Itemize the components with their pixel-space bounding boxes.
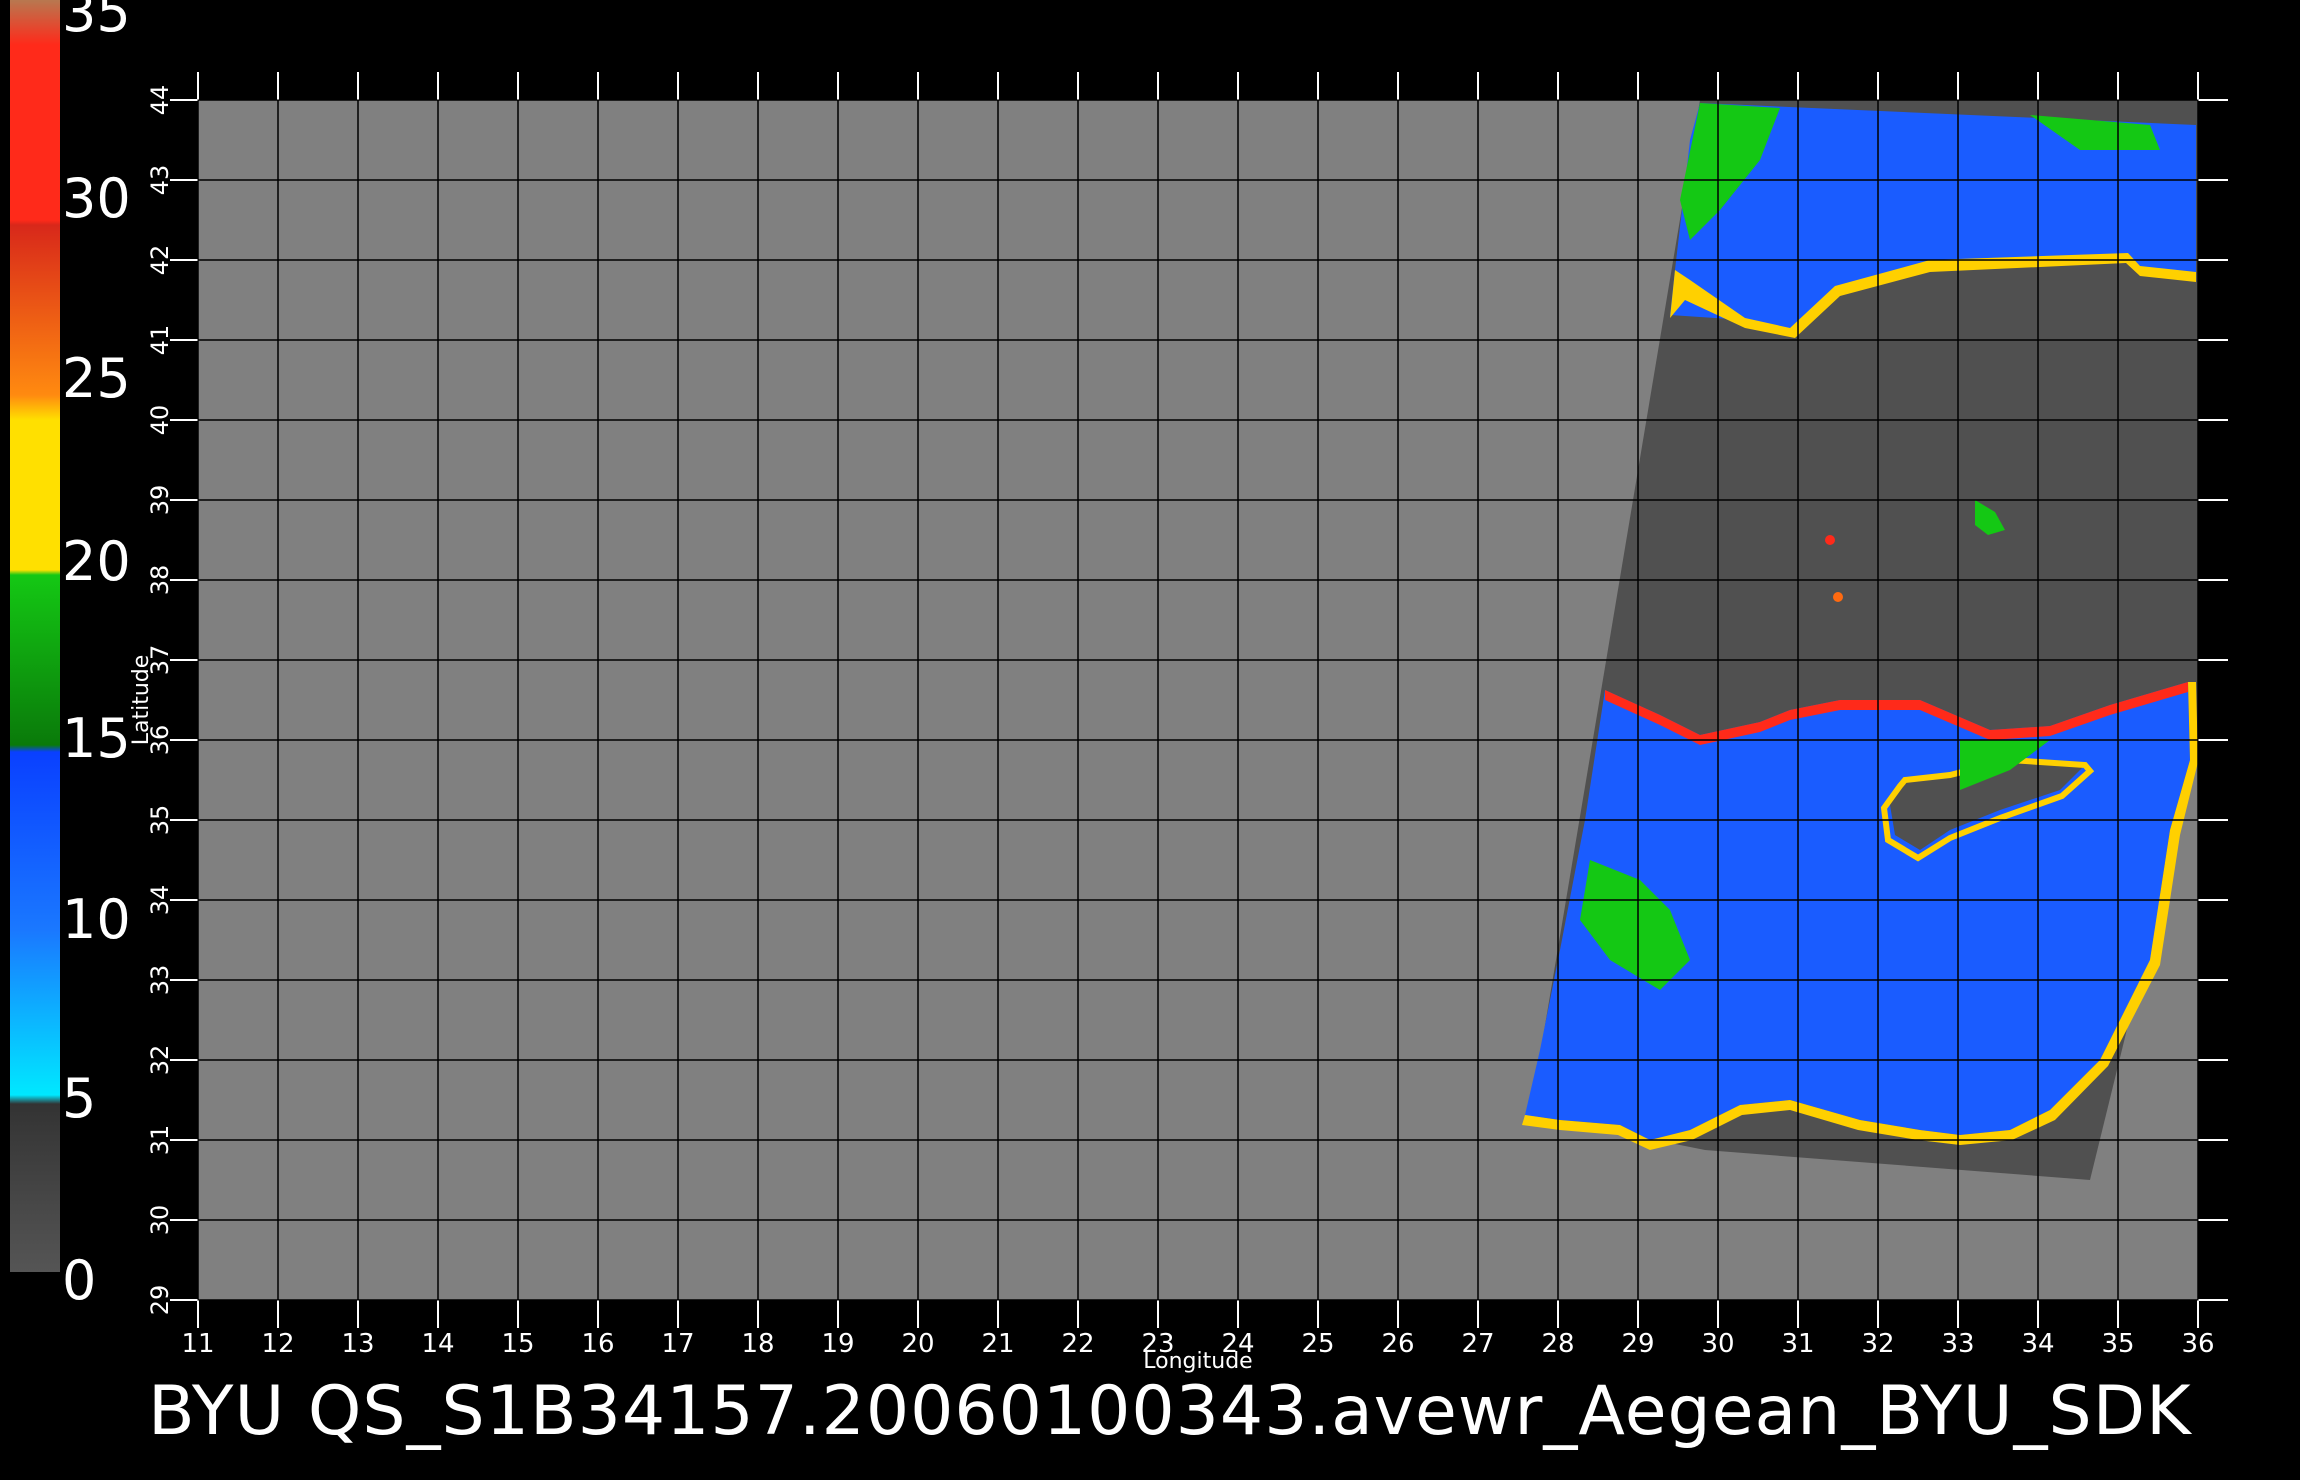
x-tick-label: 29 <box>1621 1329 1654 1359</box>
x-tick-label: 18 <box>741 1329 774 1359</box>
x-tick-label: 25 <box>1301 1329 1334 1359</box>
wind-map: 11 12 13 14 15 16 17 18 19 20 21 22 23 24 25 26 27 28 29 30… <box>129 72 2228 1374</box>
x-tick-label: 30 <box>1701 1329 1734 1359</box>
x-axis-label: Longitude <box>1143 1349 1252 1374</box>
x-tick-label: 17 <box>661 1329 694 1359</box>
y-tick-label: 44 <box>146 85 174 116</box>
x-tick-label: 28 <box>1541 1329 1574 1359</box>
x-tick-label: 11 <box>181 1329 214 1359</box>
x-tick-label: 32 <box>1861 1329 1894 1359</box>
x-tick-label: 20 <box>901 1329 934 1359</box>
y-tick-label: 43 <box>146 165 174 196</box>
y-tick-label: 35 <box>146 805 174 836</box>
x-tick-label: 34 <box>2021 1329 2054 1359</box>
y-tick-label: 42 <box>146 245 174 276</box>
x-tick-label: 14 <box>421 1329 454 1359</box>
caption: BYU QS_S1B34157.20060100343.avewr_Aegean… <box>148 1372 2192 1451</box>
x-tick-label: 12 <box>261 1329 294 1359</box>
x-tick-label: 19 <box>821 1329 854 1359</box>
y-tick-label: 31 <box>146 1125 174 1156</box>
x-tick-label: 36 <box>2181 1329 2214 1359</box>
x-tick-label: 35 <box>2101 1329 2134 1359</box>
x-tick-label: 16 <box>581 1329 614 1359</box>
x-tick-label: 21 <box>981 1329 1014 1359</box>
island-red-1 <box>1825 535 1835 545</box>
y-axis-label: Latitude <box>129 655 154 746</box>
x-tick-label: 15 <box>501 1329 534 1359</box>
x-tick-label: 27 <box>1461 1329 1494 1359</box>
y-tick-label: 38 <box>146 565 174 596</box>
y-tick-label: 30 <box>146 1205 174 1236</box>
x-tick-label: 13 <box>341 1329 374 1359</box>
island-red-2 <box>1833 592 1843 602</box>
y-tick-label: 34 <box>146 885 174 916</box>
x-tick-label: 26 <box>1381 1329 1414 1359</box>
y-tick-label: 41 <box>146 325 174 356</box>
y-tick-label: 32 <box>146 1045 174 1076</box>
x-tick-label: 33 <box>1941 1329 1974 1359</box>
y-tick-label: 40 <box>146 405 174 436</box>
y-tick-label: 29 <box>146 1285 174 1316</box>
x-tick-label: 22 <box>1061 1329 1094 1359</box>
y-tick-label: 39 <box>146 485 174 516</box>
x-tick-label: 31 <box>1781 1329 1814 1359</box>
y-tick-label: 33 <box>146 965 174 996</box>
